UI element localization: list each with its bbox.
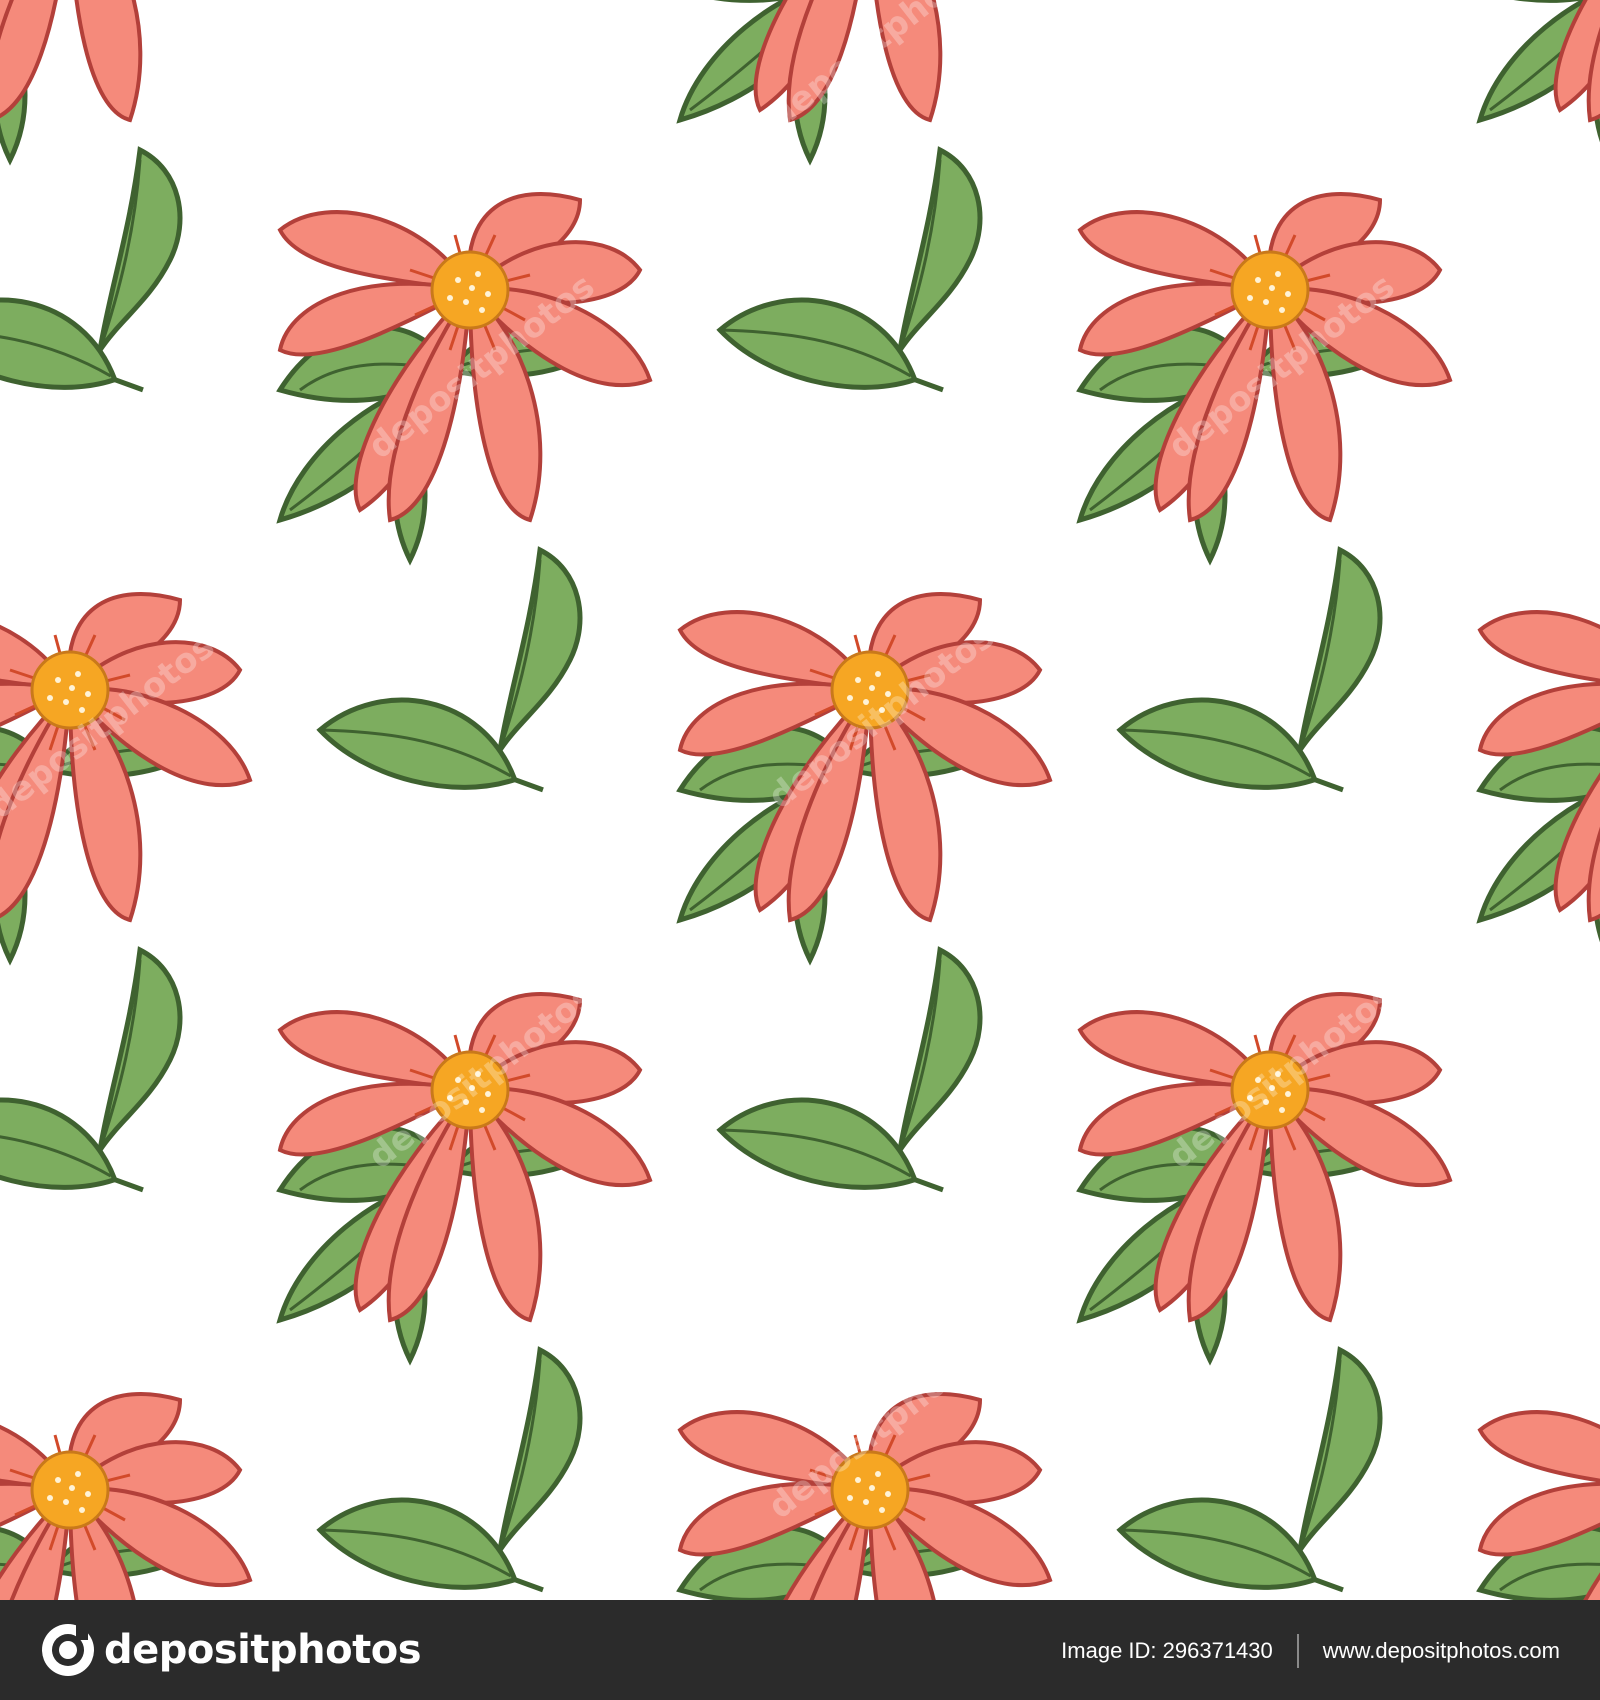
leaf-pair bbox=[0, 950, 180, 1225]
image-id-label: Image ID: 296371430 bbox=[1061, 1638, 1273, 1663]
image-meta: Image ID: 296371430 www.depositphotos.co… bbox=[1061, 1634, 1560, 1668]
site-url: www.depositphotos.com bbox=[1322, 1638, 1560, 1663]
flower-motif bbox=[1480, 594, 1600, 960]
leaf-pair bbox=[1114, 550, 1380, 825]
leaf-pair bbox=[314, 1350, 580, 1600]
flower-motif bbox=[1080, 994, 1450, 1360]
stock-footer-bar: depositphotos Image ID: 296371430 www.de… bbox=[0, 1600, 1600, 1700]
brand-name: depositphotos bbox=[104, 1627, 422, 1673]
leaf-pair bbox=[714, 150, 980, 425]
leaf-pair bbox=[714, 950, 980, 1225]
floral-pattern: depositphotos depositphotos depositphoto… bbox=[0, 0, 1600, 1600]
depositphotos-logo-icon bbox=[42, 1624, 94, 1676]
leaf-pair bbox=[1114, 1350, 1380, 1600]
leaf-pair bbox=[0, 150, 180, 425]
flower-motif bbox=[1480, 1394, 1600, 1600]
flower-motif bbox=[280, 994, 650, 1360]
leaf-pair bbox=[314, 550, 580, 825]
divider bbox=[1296, 1634, 1299, 1668]
flower-motif bbox=[0, 0, 250, 160]
flower-motif bbox=[1480, 0, 1600, 160]
flower-motif bbox=[0, 1394, 250, 1600]
